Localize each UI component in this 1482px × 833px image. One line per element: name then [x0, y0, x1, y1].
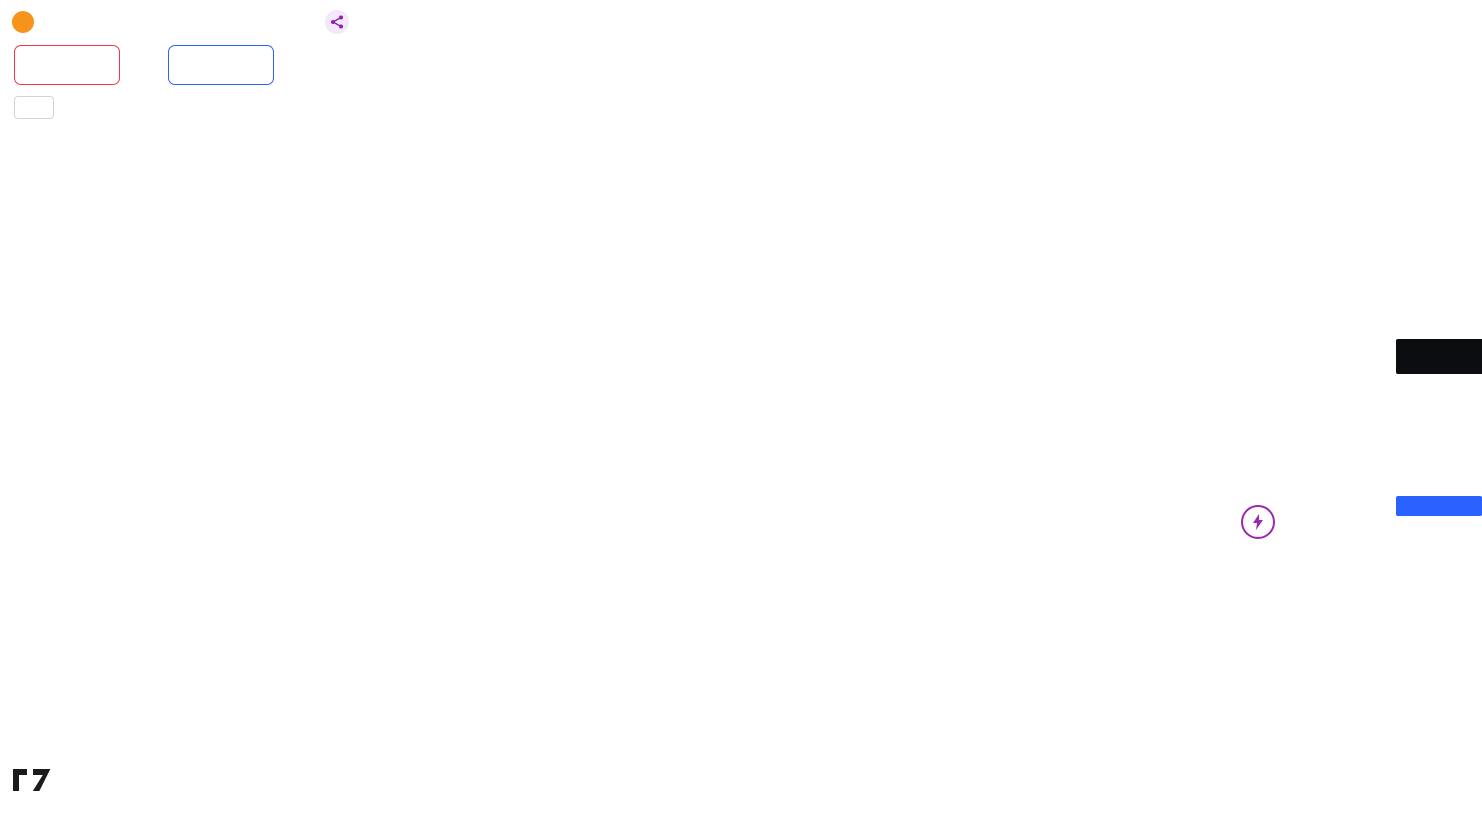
- current-price-badge[interactable]: [1396, 339, 1482, 374]
- share-icon[interactable]: [325, 10, 349, 34]
- tradingview-logo-glyph: [10, 764, 58, 796]
- tradingview-logo[interactable]: [10, 764, 58, 801]
- share-glyph: [330, 15, 344, 29]
- buy-button[interactable]: [168, 45, 274, 85]
- indicator-collapse-button[interactable]: [14, 96, 54, 119]
- sell-button[interactable]: [14, 45, 120, 85]
- bitcoin-logo: [12, 11, 34, 33]
- alert-price-badge[interactable]: [1396, 496, 1482, 516]
- lightning-icon: [1251, 514, 1265, 530]
- chart-canvas[interactable]: [0, 0, 1482, 833]
- ohlc-readout: [368, 15, 395, 31]
- chart-window: [0, 0, 1482, 833]
- lightning-button[interactable]: [1241, 505, 1275, 539]
